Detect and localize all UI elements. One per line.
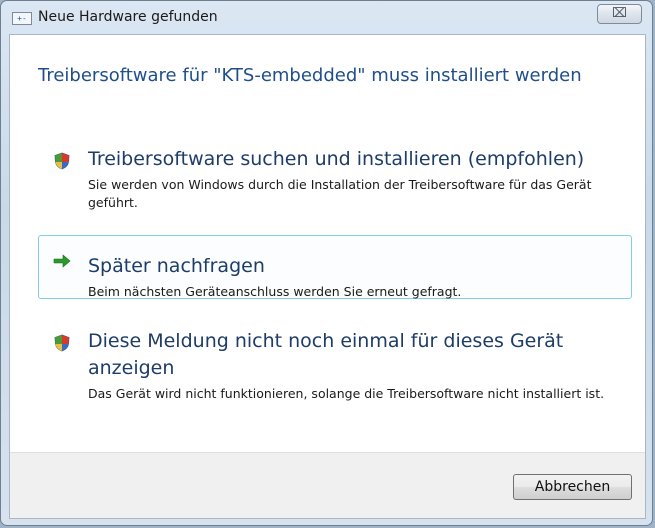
option-search-install[interactable]: Treibersoftware suchen und installieren … <box>38 143 632 221</box>
option-title: Später nachfragen <box>88 255 265 277</box>
hardware-icon: +- <box>12 12 32 25</box>
option-ask-later[interactable]: Später nachfragen Beim nächsten Gerätean… <box>38 235 632 299</box>
close-button[interactable]: ⌧ <box>597 4 642 24</box>
option-title: Diese Meldung nicht noch einmal für dies… <box>88 330 564 379</box>
page-title: Treibersoftware für "KTS-embedded" muss … <box>38 65 582 86</box>
dialog-footer: Abbrechen <box>10 452 645 518</box>
option-dont-show-again[interactable]: Diese Meldung nicht noch einmal für dies… <box>38 325 632 435</box>
dialog-window: +- Neue Hardware gefunden ⌧ Treibersoftw… <box>0 0 653 526</box>
shield-icon <box>54 334 70 352</box>
cancel-button[interactable]: Abbrechen <box>513 474 632 500</box>
option-title: Treibersoftware suchen und installieren … <box>88 148 585 170</box>
option-description: Sie werden von Windows durch die Install… <box>88 177 592 210</box>
close-icon: ⌧ <box>612 6 627 21</box>
window-title: Neue Hardware gefunden <box>38 9 218 25</box>
shield-icon <box>54 152 70 170</box>
green-arrow-icon <box>53 254 71 268</box>
option-description: Beim nächsten Geräteanschluss werden Sie… <box>88 284 462 299</box>
option-description: Das Gerät wird nicht funktionieren, sola… <box>88 386 605 401</box>
dialog-content: Treibersoftware für "KTS-embedded" muss … <box>9 34 646 519</box>
title-bar[interactable]: +- Neue Hardware gefunden ⌧ <box>1 1 652 33</box>
